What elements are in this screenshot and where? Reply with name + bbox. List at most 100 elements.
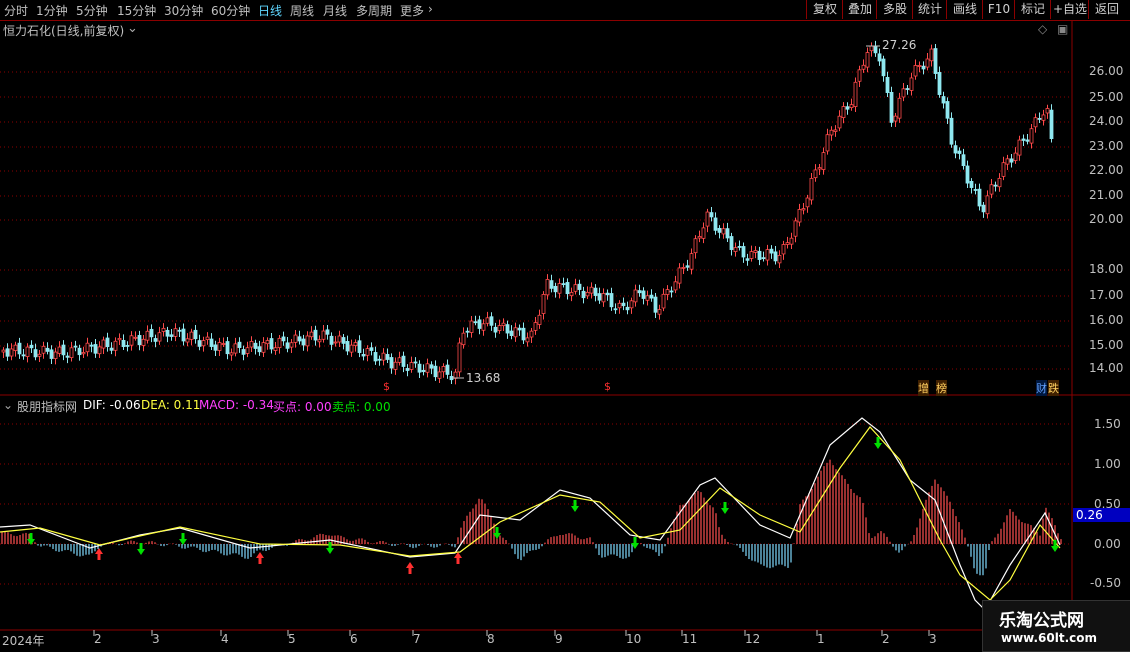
candle-body [405,368,410,371]
candle-body [321,330,326,340]
event-marker-ranking[interactable]: 榜 [936,380,947,396]
candle-body [973,189,978,191]
candle-body [381,352,386,361]
candle-body [357,340,362,353]
candle-body [133,336,138,339]
candle-body [245,347,250,354]
high-price-label: 27.26 [882,38,917,52]
candle-body [433,365,438,378]
sell-arrow-icon [137,543,145,555]
candle-body [285,342,290,349]
candle-body [641,290,646,299]
candle-body [1013,152,1018,162]
event-marker-drop[interactable]: 跌 [1048,380,1059,396]
candle-body [773,251,778,262]
candle-body [657,309,662,315]
candle-body [149,328,154,338]
dividend-marker[interactable]: $ [604,380,611,393]
event-marker-increase[interactable]: 增 [918,380,929,396]
candle-body [521,327,526,341]
candle-body [985,195,990,215]
candle-body [261,342,266,353]
dividend-marker[interactable]: $ [383,380,390,393]
candle-body [213,344,218,351]
time-label: 3 [929,632,937,646]
candle-body [401,355,406,367]
candle-body [1001,162,1006,177]
chevron-down-circle-icon[interactable]: ⌄ [127,21,138,36]
candle-body [741,246,746,258]
buy-arrow-icon [95,548,103,560]
time-label: 2024年 [2,634,45,648]
candle-body [205,336,210,340]
candle-body [977,188,982,207]
chevron-down-circle-icon[interactable]: ⌄ [3,398,13,412]
candle-body [869,45,874,52]
candle-body [441,366,446,373]
candle-body [897,97,902,119]
candle-body [465,330,470,333]
candle-body [761,257,766,260]
price-tick: 14.00 [1089,361,1124,375]
candle-body [729,236,734,250]
candle-body [813,169,818,179]
candle-body [633,289,638,303]
candle-body [829,129,834,136]
candle-body [925,58,930,68]
sell-arrow-icon [179,533,187,545]
candle-body [65,355,70,358]
candle-body [325,329,330,335]
candle-body [609,293,614,308]
candle-body [217,342,222,351]
candle-body [1005,158,1010,165]
candle-body [185,338,190,343]
candle-body [145,330,150,341]
candle-body [785,242,790,245]
candle-body [117,337,122,341]
candle-body [341,337,346,344]
candle-body [413,361,418,364]
candle-body [1021,138,1026,141]
price-tick: 23.00 [1089,139,1124,153]
candle-body [637,290,642,294]
candle-body [473,321,478,324]
candle-body [237,341,242,348]
candle-body [221,343,226,345]
candle-body [109,347,114,351]
candle-body [989,184,994,195]
candle-body [629,300,634,309]
candle-body [541,294,546,314]
candle-body [497,325,502,331]
window-icon[interactable]: ▣ [1057,22,1068,36]
candle-body [461,332,466,346]
candle-body [97,346,102,355]
diamond-icon[interactable]: ◇ [1038,22,1047,36]
candle-body [29,344,34,349]
candle-body [753,250,758,253]
time-label: 4 [221,632,229,646]
candle-body [981,204,986,213]
low-price-label: 13.68 [466,371,501,385]
macd-value: MACD: -0.34 [199,398,274,412]
candle-body [313,329,318,341]
candle-body [177,329,182,332]
candle-body [1045,108,1050,114]
candle-body [241,349,246,355]
candle-body [585,291,590,297]
event-marker-financial[interactable]: 财 [1036,380,1047,396]
candle-body [73,345,78,348]
candle-body [769,248,774,254]
sell-arrow-icon [571,500,579,512]
candle-body [349,344,354,353]
candle-body [309,331,314,338]
candle-body [345,341,350,352]
candle-body [909,77,914,91]
candle-body [621,302,626,307]
time-axis-ticks [93,630,930,636]
candle-body [525,337,530,343]
candle-body [69,347,74,359]
time-label: 5 [288,632,296,646]
candle-body [957,150,962,154]
time-label: 2 [94,632,102,646]
stock-chart-canvas[interactable] [0,0,1130,650]
